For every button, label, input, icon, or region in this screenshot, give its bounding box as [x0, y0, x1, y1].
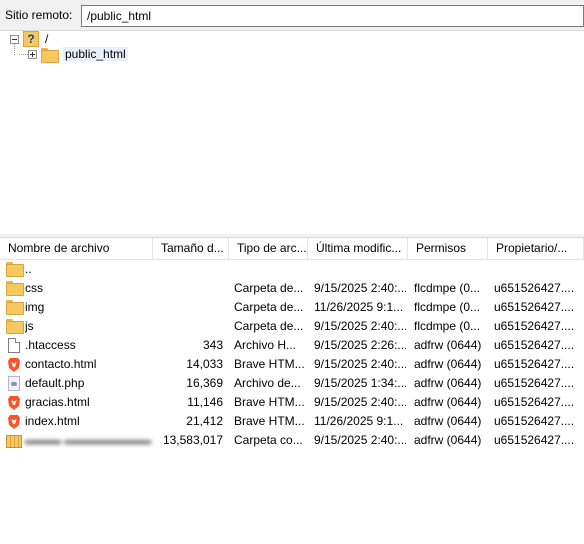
brave-html-icon	[6, 395, 22, 411]
file-modified: 9/15/2025 2:26:...	[314, 338, 406, 352]
file-name: ..	[25, 262, 32, 276]
brave-html-icon	[6, 414, 22, 430]
file-owner: u651526427....	[494, 395, 575, 409]
file-owner: u651526427....	[494, 414, 575, 428]
remote-site-label: Sitio remoto:	[5, 8, 73, 22]
file-modified: 9/15/2025 2:40:...	[314, 433, 406, 447]
file-type: Archivo H...	[234, 338, 297, 352]
collapse-icon[interactable]	[10, 34, 19, 44]
column-header-modified[interactable]: Última modific...	[308, 238, 408, 260]
file-name: contacto.html	[25, 357, 97, 371]
file-size: 16,369	[186, 376, 223, 390]
file-owner: u651526427....	[494, 376, 575, 390]
file-permissions: adfrw (0644)	[414, 338, 482, 352]
file-size: 13,583,017	[162, 433, 223, 447]
file-name: default.php	[25, 376, 85, 390]
folder-icon	[6, 281, 24, 297]
file-name: index.html	[25, 414, 80, 428]
file-row-archive[interactable]: ▬▬▬ ▬▬▬▬▬▬▬▬▬ 13,583,017 Carpeta co... 9…	[0, 431, 584, 450]
file-permissions: adfrw (0644)	[414, 395, 482, 409]
tree-node-label: public_html	[63, 47, 128, 61]
file-type: Carpeta de...	[234, 319, 304, 333]
column-header-size[interactable]: Tamaño d...	[153, 238, 229, 260]
file-modified: 9/15/2025 2:40:...	[314, 319, 406, 333]
column-header-type[interactable]: Tipo de arc...	[229, 238, 308, 260]
file-permissions: adfrw (0644)	[414, 376, 482, 390]
column-header-permissions[interactable]: Permisos	[408, 238, 488, 260]
file-type: Carpeta de...	[234, 300, 304, 314]
file-size: 21,412	[186, 414, 223, 428]
file-owner: u651526427....	[494, 319, 575, 333]
file-row-css[interactable]: css Carpeta de... 9/15/2025 2:40:... flc…	[0, 279, 584, 298]
file-owner: u651526427....	[494, 300, 575, 314]
folder-icon	[6, 262, 24, 278]
file-row-default-php[interactable]: default.php 16,369 Archivo de... 9/15/20…	[0, 374, 584, 393]
file-name: gracias.html	[25, 395, 90, 409]
blurred-file-name: ▬▬▬ ▬▬▬▬▬▬▬▬▬	[25, 433, 151, 447]
file-modified: 9/15/2025 2:40:...	[314, 395, 406, 409]
folder-icon	[41, 47, 59, 63]
file-row-gracias[interactable]: gracias.html 11,146 Brave HTM... 9/15/20…	[0, 393, 584, 412]
file-permissions: flcdmpe (0...	[414, 319, 481, 333]
file-size	[153, 317, 223, 336]
file-type: Brave HTM...	[234, 357, 304, 371]
file-name: img	[25, 300, 45, 314]
sort-ascending-icon: ^	[73, 244, 77, 253]
file-row-htaccess[interactable]: .htaccess 343 Archivo H... 9/15/2025 2:2…	[0, 336, 584, 355]
folder-icon	[6, 319, 24, 335]
file-row-img[interactable]: img Carpeta de... 11/26/2025 9:1... flcd…	[0, 298, 584, 317]
expand-icon[interactable]	[28, 49, 37, 59]
file-row-index[interactable]: index.html 21,412 Brave HTM... 11/26/202…	[0, 412, 584, 431]
tree-node-public-html[interactable]: public_html	[28, 45, 128, 63]
file-permissions: adfrw (0644)	[414, 357, 482, 371]
file-row-js[interactable]: js Carpeta de... 9/15/2025 2:40:... flcd…	[0, 317, 584, 336]
file-icon	[6, 338, 22, 354]
file-row-parent[interactable]: ..	[0, 260, 584, 279]
file-type: Brave HTM...	[234, 395, 304, 409]
file-permissions: adfrw (0644)	[414, 433, 482, 447]
file-modified: 9/15/2025 2:40:...	[314, 357, 406, 371]
file-owner: u651526427....	[494, 281, 575, 295]
file-owner: u651526427....	[494, 357, 575, 371]
file-type: Brave HTM...	[234, 414, 304, 428]
file-modified: 11/26/2025 9:1...	[314, 300, 404, 314]
file-modified: 11/26/2025 9:1...	[314, 414, 404, 428]
remote-directory-tree: ? / public_html	[0, 31, 584, 234]
remote-path-input[interactable]: /public_html	[81, 5, 584, 27]
file-permissions: adfrw (0644)	[414, 414, 482, 428]
column-header-owner[interactable]: Propietario/...	[488, 238, 584, 260]
folder-icon	[6, 300, 24, 316]
file-modified: 9/15/2025 1:34:...	[314, 376, 406, 390]
file-name: .htaccess	[25, 338, 76, 352]
file-name: js	[25, 319, 34, 333]
remote-site-bar: Sitio remoto: /public_html	[0, 0, 584, 31]
file-size: 343	[202, 338, 223, 352]
file-permissions: flcdmpe (0...	[414, 281, 481, 295]
tree-connector	[19, 54, 28, 55]
file-permissions: flcdmpe (0...	[414, 300, 481, 314]
brave-html-icon	[6, 357, 22, 373]
file-type: Archivo de...	[234, 376, 301, 390]
file-name: css	[25, 281, 43, 295]
file-type: Carpeta co...	[234, 433, 303, 447]
file-size	[153, 298, 223, 317]
file-size	[153, 279, 223, 298]
file-type: Carpeta de...	[234, 281, 304, 295]
file-owner: u651526427....	[494, 338, 575, 352]
file-size: 14,033	[186, 357, 223, 371]
file-row-contacto[interactable]: contacto.html 14,033 Brave HTM... 9/15/2…	[0, 355, 584, 374]
archive-icon	[6, 433, 22, 449]
tree-node-label: /	[45, 32, 49, 46]
file-modified: 9/15/2025 2:40:...	[314, 281, 406, 295]
file-owner: u651526427....	[494, 433, 575, 447]
php-file-icon	[6, 376, 22, 392]
file-size: 11,146	[187, 395, 223, 409]
column-header-filename[interactable]: ^ Nombre de archivo	[0, 238, 153, 260]
remote-file-list: ^ Nombre de archivo Tamaño d... Tipo de …	[0, 238, 584, 544]
